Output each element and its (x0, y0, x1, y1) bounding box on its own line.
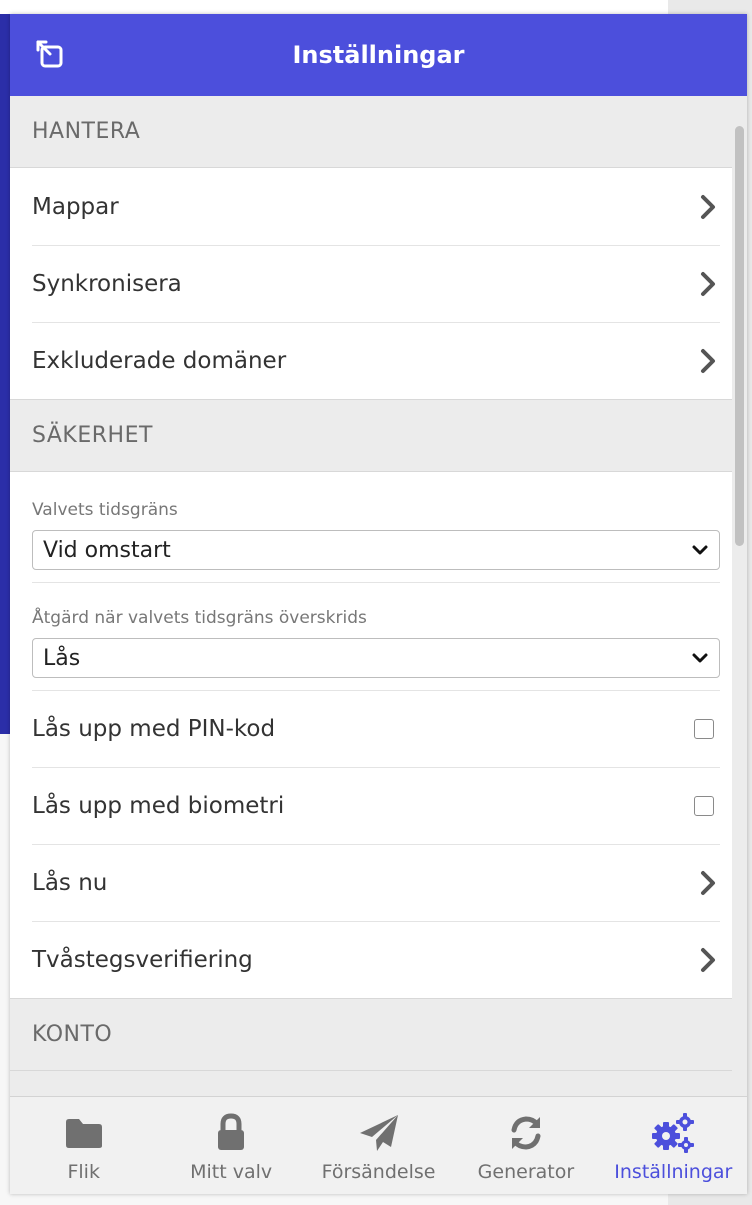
vault-timeout-select[interactable]: Vid omstart (32, 530, 720, 570)
settings-item-lock-now[interactable]: Lås nu (10, 844, 732, 921)
settings-item-sync[interactable]: Synkronisera (10, 245, 732, 322)
lock-icon (214, 1111, 248, 1155)
chevron-right-icon (696, 945, 720, 975)
settings-item-label: Synkronisera (32, 270, 182, 297)
scrollbar[interactable] (732, 96, 747, 1096)
settings-item-excluded-domains[interactable]: Exkluderade domäner (10, 322, 732, 399)
chevron-down-icon (692, 653, 708, 663)
timeout-action-select[interactable]: Lås (32, 638, 720, 678)
settings-item-unlock-biometric[interactable]: Lås upp med biometri (10, 767, 732, 844)
header-bar: Inställningar (10, 14, 747, 96)
tab-label: Försändelse (321, 1161, 436, 1183)
popout-button[interactable] (32, 36, 70, 74)
settings-list: HANTERA Mappar Synkronisera Exkluderade … (10, 96, 732, 1096)
timeout-action-label: Åtgärd när valvets tidsgräns överskrids (32, 608, 367, 628)
bottom-tab-bar: Flik Mitt valv Försändelse Generator Ins… (10, 1096, 747, 1194)
tab-generator[interactable]: Generator (452, 1097, 599, 1194)
page-title: Inställningar (292, 41, 465, 69)
chevron-right-icon (696, 192, 720, 222)
settings-item-label: Lås upp med biometri (32, 792, 285, 819)
scrollbar-thumb[interactable] (735, 126, 744, 546)
settings-item-label: Lås upp med PIN-kod (32, 715, 276, 742)
tab-settings[interactable]: Inställningar (600, 1097, 747, 1194)
tab-send[interactable]: Försändelse (305, 1097, 452, 1194)
chevron-right-icon (696, 346, 720, 376)
chevron-right-icon (696, 868, 720, 898)
settings-item-label: Mappar (32, 193, 119, 220)
settings-item-two-step[interactable]: Tvåstegsverifiering (10, 921, 732, 998)
settings-item-label: Lås nu (32, 869, 108, 896)
tab-my-vault[interactable]: Mitt valv (157, 1097, 304, 1194)
vault-timeout-label: Valvets tidsgräns (32, 500, 178, 520)
extension-popup: Inställningar HANTERA Mappar Synkroniser… (10, 14, 747, 1194)
chevron-right-icon (696, 269, 720, 299)
refresh-icon (506, 1111, 546, 1155)
chevron-down-icon (692, 545, 708, 555)
manage-group: Mappar Synkronisera Exkluderade domäner (10, 168, 732, 400)
security-group: Valvets tidsgräns Vid omstart Åtgärd när… (10, 472, 732, 999)
tab-label: Inställningar (614, 1161, 733, 1183)
browser-left-edge (0, 14, 10, 734)
browser-top-strip (0, 0, 752, 14)
vault-timeout-field: Valvets tidsgräns Vid omstart (10, 472, 732, 582)
tab-label: Flik (67, 1161, 100, 1183)
settings-item-unlock-pin[interactable]: Lås upp med PIN-kod (10, 690, 732, 767)
settings-item-folders[interactable]: Mappar (10, 168, 732, 245)
tab-label: Mitt valv (190, 1161, 273, 1183)
send-icon (358, 1111, 400, 1155)
unlock-pin-checkbox[interactable] (694, 718, 714, 739)
tab-flik[interactable]: Flik (10, 1097, 157, 1194)
vault-timeout-value: Vid omstart (43, 537, 171, 563)
section-header-manage: HANTERA (10, 96, 732, 168)
settings-item-label: Exkluderade domäner (32, 347, 287, 374)
popout-icon (36, 40, 63, 68)
unlock-biometric-checkbox[interactable] (694, 795, 714, 816)
cogs-icon (650, 1111, 696, 1155)
section-header-account: KONTO (10, 999, 732, 1071)
timeout-action-field: Åtgärd när valvets tidsgräns överskrids … (10, 582, 732, 690)
folder-icon (64, 1111, 104, 1155)
tab-label: Generator (477, 1161, 575, 1183)
timeout-action-value: Lås (43, 645, 81, 671)
section-header-security: SÄKERHET (10, 400, 732, 472)
settings-item-label: Tvåstegsverifiering (32, 946, 253, 973)
